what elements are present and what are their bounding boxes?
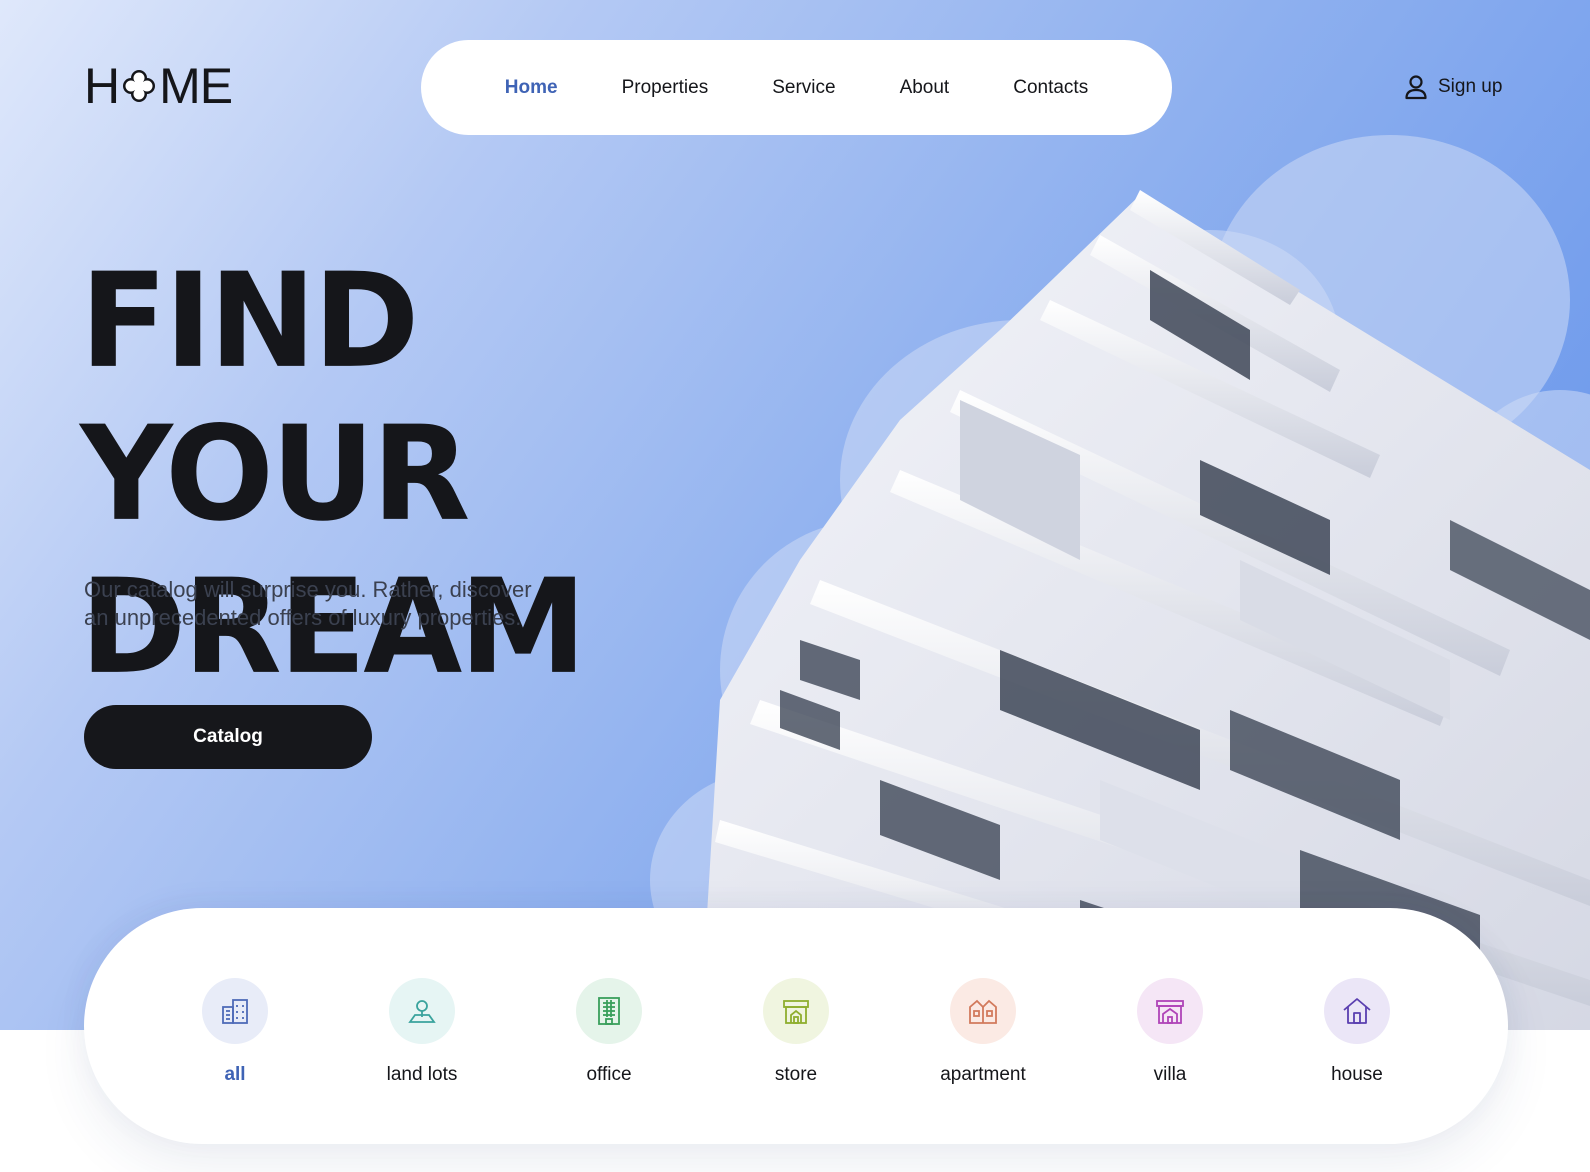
category-label: all (224, 1064, 246, 1085)
logo-letters-me: ME (159, 58, 233, 114)
category-label: office (586, 1064, 632, 1085)
logo-letter-h: H (84, 58, 120, 114)
category-icon-circle (202, 978, 268, 1044)
nav-contacts[interactable]: Contacts (981, 77, 1120, 99)
category-icon-circle (763, 978, 829, 1044)
category-label: villa (1153, 1064, 1187, 1085)
hero-subtitle: Our catalog will surprise you. Rather, d… (84, 576, 624, 632)
category-apartment[interactable]: apartment (928, 978, 1038, 1086)
buildings-icon (222, 999, 248, 1024)
category-villa[interactable]: villa (1115, 978, 1225, 1086)
main-nav: Home Properties Service About Contacts (421, 40, 1172, 135)
nav-about[interactable]: About (868, 77, 982, 99)
category-icon-circle (950, 978, 1016, 1044)
category-label: store (774, 1064, 818, 1085)
nav-service[interactable]: Service (740, 77, 867, 99)
category-house[interactable]: house (1302, 978, 1412, 1086)
store-icon (783, 1000, 809, 1024)
category-label: house (1331, 1064, 1383, 1085)
villa-icon (1156, 1000, 1184, 1024)
nav-home[interactable]: Home (473, 77, 590, 99)
subtitle-line-1: Our catalog will surprise you. Rather, d… (84, 577, 532, 602)
category-label: apartment (940, 1064, 1026, 1085)
subtitle-line-2: an unprecedented offers of luxury proper… (84, 605, 522, 630)
flower-logo-icon (123, 70, 156, 102)
location-pin-icon (408, 1000, 436, 1023)
category-store[interactable]: store (741, 978, 851, 1086)
category-icon-circle (576, 978, 642, 1044)
category-icon-circle (389, 978, 455, 1044)
hero-headline: FIND YOUR DREAM (80, 246, 780, 705)
nav-properties[interactable]: Properties (590, 77, 741, 99)
category-icon-circle (1137, 978, 1203, 1044)
category-label: land lots (386, 1064, 458, 1085)
house-icon (1343, 998, 1371, 1024)
category-icon-circle (1324, 978, 1390, 1044)
office-building-icon (598, 997, 620, 1025)
catalog-button[interactable]: Catalog (84, 705, 372, 769)
signup-button[interactable]: Sign up (1404, 74, 1502, 100)
headline-line-1: FIND YOUR (80, 245, 470, 551)
logo[interactable]: H ME (84, 58, 233, 114)
category-bar: all land lots office store apartment vil… (84, 908, 1508, 1144)
signup-label: Sign up (1438, 76, 1503, 97)
apartment-icon (969, 999, 997, 1024)
category-office[interactable]: office (554, 978, 664, 1086)
category-all[interactable]: all (180, 978, 290, 1086)
category-land-lots[interactable]: land lots (367, 978, 477, 1086)
user-icon (1405, 75, 1427, 100)
